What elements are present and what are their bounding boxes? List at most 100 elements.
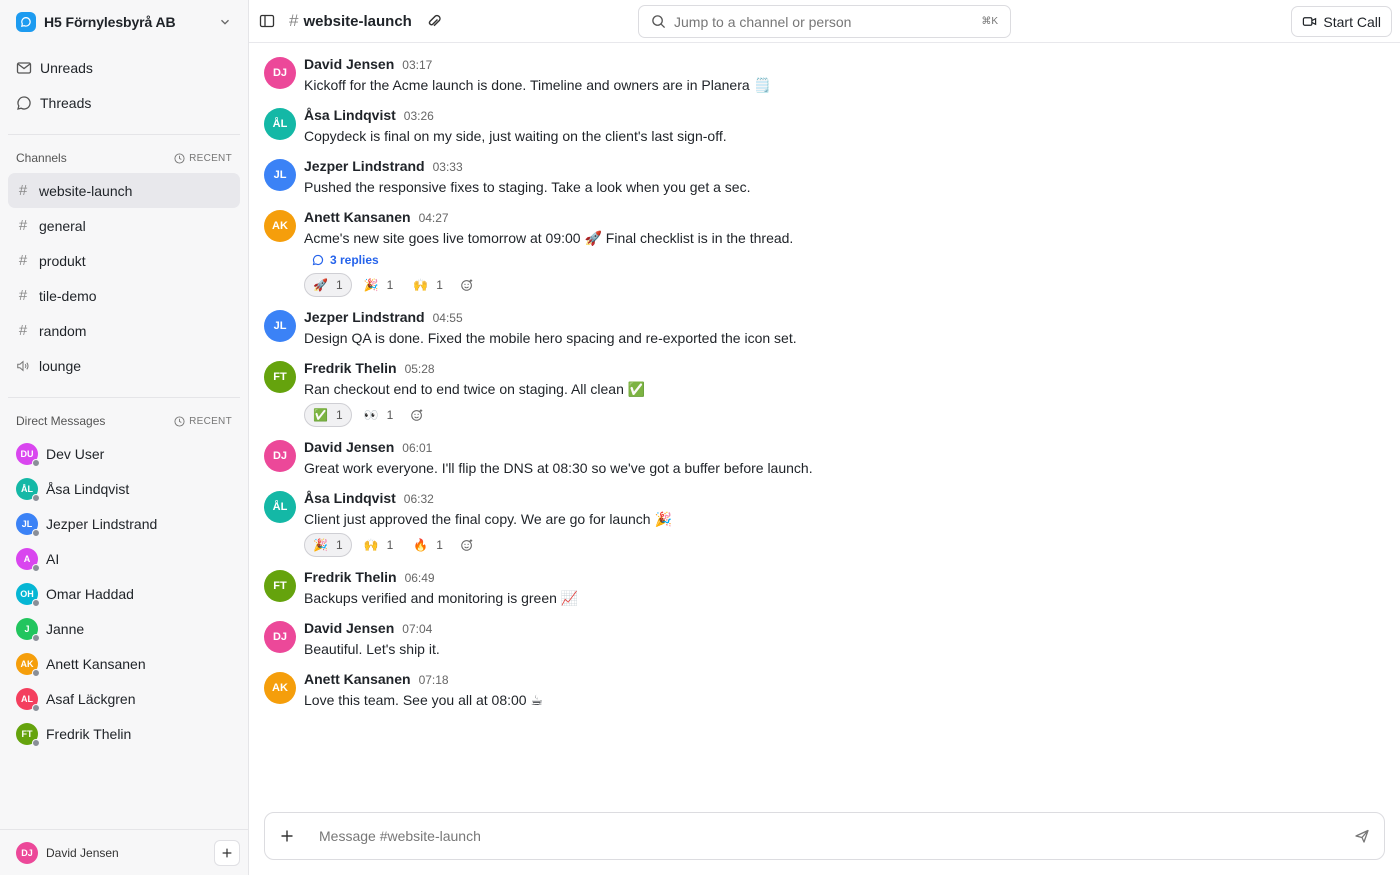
dm-item[interactable]: ÅL Åsa Lindqvist [0, 471, 248, 506]
channel-label: general [39, 217, 86, 234]
dm-item[interactable]: OH Omar Haddad [0, 576, 248, 611]
message-author[interactable]: Åsa Lindqvist [304, 107, 396, 123]
message-author[interactable]: Anett Kansanen [304, 209, 411, 225]
message-author[interactable]: Anett Kansanen [304, 671, 411, 687]
message-time: 05:28 [404, 362, 435, 376]
dm-item[interactable]: FT Fredrik Thelin [0, 716, 248, 751]
reaction-bar: 🚀 1 🎉 1 🙌 1 [304, 273, 1400, 297]
clock-icon [174, 415, 185, 427]
avatar-initials: AK [272, 682, 288, 694]
add-reaction-button[interactable] [457, 535, 477, 555]
start-call-button[interactable]: Start Call [1291, 6, 1392, 37]
reaction-count: 1 [386, 538, 394, 552]
message-author[interactable]: David Jensen [304, 56, 394, 72]
dm-item[interactable]: A AI [0, 541, 248, 576]
avatar: ÅL [16, 477, 40, 502]
dm-sort-recent[interactable]: RECENT [174, 416, 232, 427]
avatar[interactable]: AK [264, 672, 296, 704]
message-input[interactable]: Message #website-launch [319, 828, 1354, 844]
message-body: Åsa Lindqvist 03:26 Copydeck is final on m… [304, 107, 1400, 146]
avatar[interactable]: DJ [264, 440, 296, 472]
channel-tile-demo[interactable]: # tile-demo [8, 278, 240, 313]
avatar-initials: OH [20, 588, 34, 599]
dm-item[interactable]: AK Anett Kansanen [0, 646, 248, 681]
channel-random[interactable]: # random [8, 313, 240, 348]
avatar[interactable]: JL [264, 310, 296, 342]
hash-icon: # [18, 322, 28, 339]
channels-sort-recent[interactable]: RECENT [174, 153, 232, 164]
plus-icon[interactable] [279, 828, 295, 844]
reaction-chip[interactable]: 👀 1 [356, 403, 402, 427]
reaction-chip[interactable]: 🔥 1 [405, 533, 451, 557]
dm-name: Åsa Lindqvist [46, 480, 130, 497]
avatar[interactable]: AK [264, 210, 296, 242]
paperclip-icon[interactable] [426, 13, 442, 29]
avatar[interactable]: ÅL [264, 108, 296, 140]
dm-item[interactable]: J Janne [0, 611, 248, 646]
workspace-logo-icon [16, 12, 36, 32]
send-icon[interactable] [1354, 828, 1370, 844]
channel-produkt[interactable]: # produkt [8, 243, 240, 278]
reaction-chip[interactable]: 🚀 1 [304, 273, 352, 297]
avatar-initials: JL [21, 518, 33, 529]
message-author[interactable]: David Jensen [304, 620, 394, 636]
dm-recent-label: RECENT [189, 415, 232, 427]
message-author[interactable]: Åsa Lindqvist [304, 490, 396, 506]
message-header: Åsa Lindqvist 03:26 [304, 107, 1400, 126]
nav-threads[interactable]: Threads [8, 85, 240, 120]
avatar[interactable]: DJ [16, 841, 38, 864]
reaction-chip[interactable]: 🎉 1 [356, 273, 402, 297]
message-body: David Jensen 07:04 Beautiful. Let's ship i… [304, 620, 1400, 659]
reaction-emoji: ✅ [313, 408, 328, 422]
nav-unreads-label: Unreads [40, 59, 93, 76]
avatar-initials: ÅL [21, 483, 33, 494]
avatar[interactable]: ÅL [264, 491, 296, 523]
message: JL Jezper Lindstrand 04:55 Design QA is don… [264, 308, 1400, 348]
reaction-bar: ✅ 1 👀 1 [304, 403, 1400, 427]
reaction-chip[interactable]: 🙌 1 [405, 273, 451, 297]
thread-replies-link[interactable]: 3 replies [312, 251, 1400, 269]
add-reaction-button[interactable] [407, 405, 427, 425]
message-header: Jezper Lindstrand 03:33 [304, 158, 1400, 177]
dm-item[interactable]: JL Jezper Lindstrand [0, 506, 248, 541]
message-composer[interactable]: Message #website-launch [264, 812, 1385, 860]
new-button[interactable] [214, 839, 240, 866]
message-time: 03:17 [402, 58, 433, 72]
add-reaction-icon [411, 409, 423, 421]
message-time: 06:32 [403, 492, 434, 506]
reaction-chip[interactable]: 🙌 1 [356, 533, 402, 557]
avatar-initials: ÅL [272, 501, 288, 513]
reaction-chip[interactable]: 🎉 1 [304, 533, 352, 557]
channel-header: # website-launch Jump to a channel or pe… [249, 0, 1400, 43]
avatar[interactable]: DJ [264, 621, 296, 653]
add-reaction-button[interactable] [457, 275, 477, 295]
avatar[interactable]: JL [264, 159, 296, 191]
message-author[interactable]: David Jensen [304, 439, 394, 455]
avatar[interactable]: DJ [264, 57, 296, 89]
message-author[interactable]: Jezper Lindstrand [304, 309, 425, 325]
channel-lounge[interactable]: lounge [8, 348, 240, 383]
channel-name: website-launch [303, 12, 412, 30]
reaction-chip[interactable]: ✅ 1 [304, 403, 352, 427]
channels-section-header: Channels RECENT [0, 143, 248, 173]
avatar[interactable]: FT [264, 361, 296, 393]
nav-unreads[interactable]: Unreads [8, 50, 240, 85]
message-author[interactable]: Jezper Lindstrand [304, 158, 425, 174]
message: AK Anett Kansanen 04:27 Acme's new site goe… [264, 208, 1400, 297]
dm-name: Dev User [46, 445, 105, 462]
message-header: David Jensen 06:01 [304, 439, 1400, 458]
sidebar-toggle-icon[interactable] [259, 13, 275, 29]
dm-item[interactable]: DU Dev User [0, 436, 248, 471]
message-author[interactable]: Fredrik Thelin [304, 569, 397, 585]
avatar[interactable]: FT [264, 570, 296, 602]
plus-icon [222, 848, 232, 857]
dm-item[interactable]: AL Asaf Läckgren [0, 681, 248, 716]
message-body: Anett Kansanen 07:18 Love this team. See y… [304, 671, 1400, 710]
workspace-switcher[interactable]: H5 Förnylesbyrå AB [0, 0, 248, 44]
message-author[interactable]: Fredrik Thelin [304, 360, 397, 376]
channel-general[interactable]: # general [8, 208, 240, 243]
presence-indicator [32, 738, 40, 747]
channel-website-launch[interactable]: # website-launch [8, 173, 240, 208]
search-input[interactable]: Jump to a channel or person ⌘K [638, 5, 1011, 38]
message-header: David Jensen 03:17 [304, 56, 1400, 75]
